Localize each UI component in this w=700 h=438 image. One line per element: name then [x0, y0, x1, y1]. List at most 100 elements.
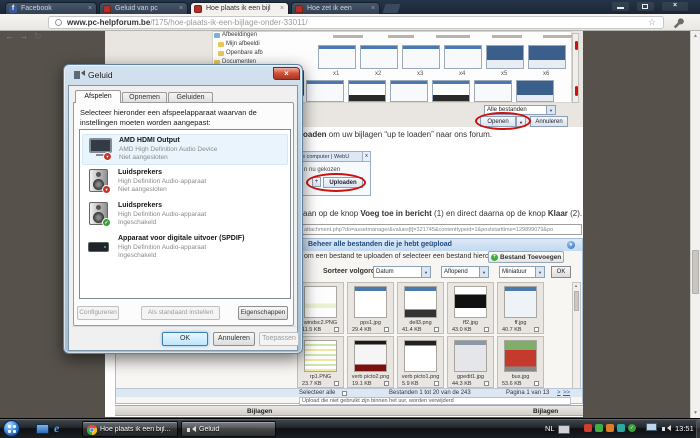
cancel-button[interactable]: Annuleren [530, 116, 568, 127]
sort-direction-dropdown[interactable]: Aflopend ▼ [441, 266, 489, 278]
file-checkbox[interactable] [434, 327, 439, 332]
tab-geluid-van-pc[interactable]: Geluid van pc werkt × [99, 2, 188, 14]
file-cell[interactable]: bus.jpg 53.6 KB [497, 336, 544, 388]
keyboard-layout-icon[interactable] [558, 425, 570, 434]
file-cell[interactable]: rp1.PNG 23.7 KB [297, 336, 344, 388]
tray-icon-red[interactable] [584, 424, 592, 432]
tray-icon-shield[interactable] [595, 424, 603, 432]
close-icon: × [284, 69, 289, 78]
file-cell[interactable]: pps1.jpg 29.4 KB [347, 282, 394, 334]
taskbar-button-chrome[interactable]: Hoe plaats ik een bijl... [82, 421, 178, 437]
screenshot-thumbnail[interactable] [402, 45, 440, 69]
file-checkbox[interactable] [484, 327, 489, 332]
ok-button[interactable]: OK [162, 332, 208, 346]
tab-hoe-zet-ik[interactable]: Hoe zet ik een herste × [291, 2, 380, 14]
screenshot-thumbnail[interactable] [528, 45, 566, 69]
tree-item[interactable]: Mijn afbeeldi [226, 41, 260, 47]
file-cell[interactable]: windsc2.PNG 11.5 KB [297, 282, 344, 334]
device-row-speakers-2[interactable]: ✓ Luidsprekers High Definition Audio-app… [82, 200, 288, 231]
file-cell[interactable]: verb picto1.png 5.9 KB [397, 336, 444, 388]
sound-dialog[interactable]: Geluid × Afspelen Opnemen Geluiden Selec… [63, 64, 303, 354]
tray-icon-orange[interactable] [606, 424, 614, 432]
file-checkbox[interactable] [534, 381, 539, 386]
device-row-speakers-1[interactable]: ▼ Luidsprekers High Definition Audio-app… [82, 167, 288, 198]
close-window-button[interactable]: × [662, 2, 688, 11]
screenshot-thumbnail[interactable] [390, 80, 428, 102]
properties-button[interactable]: Eigenschappen [238, 306, 288, 320]
clock[interactable]: 13:51 [675, 424, 694, 433]
last-page-link[interactable]: >> [563, 390, 570, 396]
scrollbar-thumb[interactable] [692, 250, 699, 294]
view-mode-dropdown[interactable]: Miniatuur ▼ [499, 266, 545, 278]
playback-device-list[interactable]: ▼ AMD HDMI Output AMD High Definition Au… [79, 129, 291, 299]
screenshot-thumbnail[interactable] [486, 45, 524, 69]
sort-field-dropdown[interactable]: Datum ▼ [373, 266, 431, 278]
uploader-close-icon: x [362, 152, 370, 161]
scroll-down-icon[interactable]: ▼ [693, 410, 698, 416]
screenshot-thumbnail[interactable] [360, 45, 398, 69]
attachments-label-left: Bijlagen [247, 408, 273, 415]
screenshot-thumbnail[interactable] [444, 45, 482, 69]
scrollbar-thumb[interactable] [574, 291, 579, 311]
close-tab-icon[interactable]: × [369, 4, 377, 13]
screenshot-thumbnail[interactable] [432, 80, 470, 102]
file-cell[interactable]: dell3.png 41.4 KB [397, 282, 444, 334]
file-checkbox[interactable] [534, 327, 539, 332]
file-cell[interactable]: ff2.jpg 43.0 KB [447, 282, 494, 334]
collapse-icon[interactable]: ▾ [567, 241, 575, 249]
add-file-button[interactable]: + Bestand Toevoegen [488, 251, 564, 263]
wrench-menu-icon[interactable] [672, 17, 684, 29]
file-cell[interactable]: ff.jpg 40.7 KB [497, 282, 544, 334]
sort-ok-button[interactable]: OK [551, 266, 571, 278]
monitor-icon [89, 138, 112, 153]
device-row-spdif[interactable]: Apparaat voor digitale uitvoer (SPDIF) H… [82, 233, 288, 264]
next-page-link[interactable]: > [557, 390, 561, 396]
show-desktop-button[interactable] [696, 419, 700, 438]
select-all-checkbox[interactable] [342, 391, 347, 396]
screenshot-thumbnail[interactable] [516, 80, 554, 102]
tab-hoe-plaats-active[interactable]: Hoe plaats ik een bijl × [190, 2, 289, 14]
file-thumbnail [504, 340, 537, 372]
refresh-icon[interactable]: ↻ [34, 31, 42, 42]
screenshot-thumbnail[interactable] [474, 80, 512, 102]
close-tab-icon[interactable]: × [86, 4, 94, 13]
file-cell[interactable]: gpedit1.jpg 44.3 KB [447, 336, 494, 388]
internet-explorer-icon[interactable]: e [54, 421, 59, 436]
tray-icon-teal[interactable] [617, 424, 625, 432]
file-cell[interactable]: verb picto2.png 19.1 KB [347, 336, 394, 388]
language-indicator[interactable]: NL [545, 424, 555, 433]
tray-icon-check[interactable]: ✓ [628, 424, 636, 432]
dialog-close-button[interactable]: × [273, 67, 300, 80]
forward-icon[interactable]: → [19, 31, 28, 41]
file-checkbox[interactable] [334, 327, 339, 332]
file-checkbox[interactable] [384, 381, 389, 386]
minimize-button[interactable] [612, 2, 629, 11]
new-tab-button[interactable] [382, 4, 401, 13]
scroll-up-icon[interactable]: ▲ [574, 283, 578, 288]
device-row-amd-hdmi[interactable]: ▼ AMD HDMI Output AMD High Definition Au… [82, 134, 288, 165]
scroll-up-icon[interactable]: ▲ [693, 33, 698, 39]
close-tab-icon[interactable]: × [177, 4, 185, 13]
close-tab-icon[interactable]: × [278, 4, 286, 13]
screenshot-thumbnail[interactable] [306, 80, 344, 102]
start-button[interactable] [3, 420, 20, 437]
pinned-app-icon[interactable] [36, 424, 49, 434]
file-checkbox[interactable] [334, 381, 339, 386]
file-checkbox[interactable] [434, 381, 439, 386]
tree-item[interactable]: Afbeeldingen [222, 32, 257, 38]
file-checkbox[interactable] [484, 381, 489, 386]
bookmark-star-icon[interactable]: ☆ [648, 17, 656, 28]
screenshot-thumbnail[interactable] [348, 80, 386, 102]
browser-scrollbar[interactable]: ▲ ▼ [690, 31, 700, 418]
network-monitor-icon[interactable] [646, 423, 657, 431]
taskbar-button-geluid[interactable]: Geluid [181, 421, 276, 437]
cancel-button[interactable]: Annuleren [213, 332, 255, 346]
file-checkbox[interactable] [384, 327, 389, 332]
manager-scrollbar[interactable]: ▲ ▼ [572, 282, 581, 394]
back-icon[interactable]: ← [5, 31, 14, 41]
restore-button[interactable] [637, 2, 654, 11]
screenshot-thumbnail[interactable] [318, 45, 356, 69]
tree-item[interactable]: Openbare afb [226, 50, 263, 56]
tab-facebook[interactable]: f Facebook × [5, 2, 97, 14]
tab-afspelen[interactable]: Afspelen [75, 90, 121, 103]
